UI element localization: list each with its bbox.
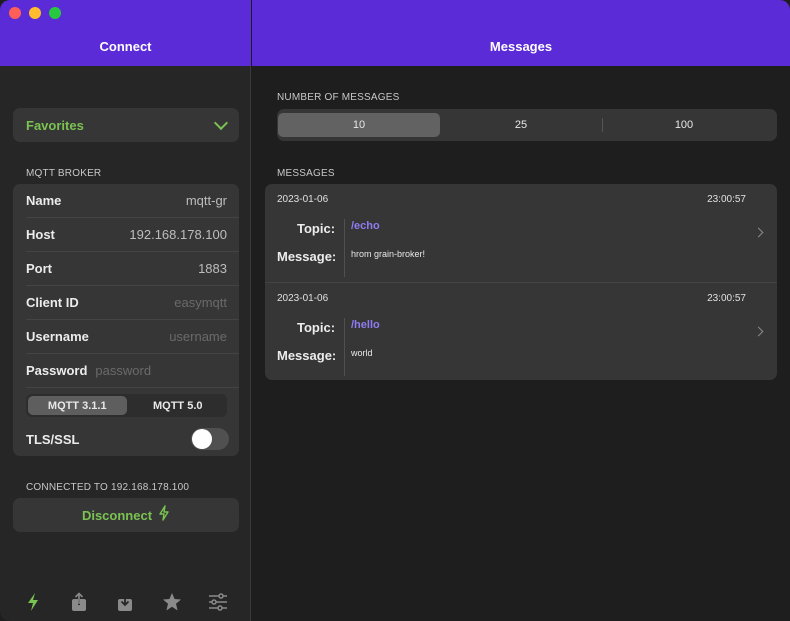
connect-pane: Connect Favorites MQTT BROKER Name mqtt-… — [0, 0, 251, 621]
disconnect-label: Disconnect — [81, 507, 153, 523]
connect-header: Connect — [0, 0, 251, 66]
host-field[interactable]: 192.168.178.100 — [129, 227, 227, 242]
chevron-right-icon — [753, 326, 764, 337]
connect-title: Connect — [99, 39, 152, 54]
password-row: Password — [26, 354, 239, 388]
client-id-row: Client ID — [26, 286, 239, 320]
message-date: 2023-01-06 — [277, 293, 329, 304]
messages-pane: Messages NUMBER OF MESSAGES 10 25 100 ME… — [252, 0, 790, 621]
message-payload: hrom grain-broker! — [351, 249, 426, 259]
messages-section-label: MESSAGES — [277, 168, 335, 179]
name-field[interactable]: mqtt-gr — [186, 193, 227, 208]
count-option-25[interactable]: 25 — [440, 113, 602, 137]
broker-section-label: MQTT BROKER — [26, 168, 102, 179]
divider-line — [344, 219, 345, 277]
favorites-dropdown[interactable]: Favorites — [13, 108, 239, 142]
app-window: Connect Favorites MQTT BROKER Name mqtt-… — [0, 0, 790, 621]
count-section-label: NUMBER OF MESSAGES — [277, 92, 400, 103]
tls-toggle[interactable] — [191, 428, 229, 450]
message-count-selector: 10 25 100 — [277, 109, 777, 141]
sliders-icon[interactable] — [206, 590, 230, 614]
share-icon[interactable] — [67, 590, 91, 614]
message-topic: /hello — [351, 319, 380, 331]
message-date: 2023-01-06 — [277, 194, 329, 205]
favorites-label: Favorites — [26, 117, 84, 133]
protocol-option-5-0[interactable]: MQTT 5.0 — [129, 394, 228, 417]
port-row: Port 1883 — [26, 252, 239, 286]
bottom-toolbar — [0, 586, 251, 618]
host-label: Host — [26, 227, 55, 242]
message-label: Message: — [277, 249, 337, 264]
disconnect-button[interactable]: Disconnect — [13, 498, 239, 532]
message-time: 23:00:57 — [707, 194, 746, 205]
message-label: Message: — [277, 348, 337, 363]
divider-line — [344, 318, 345, 376]
username-row: Username — [26, 320, 239, 354]
username-label: Username — [26, 329, 89, 344]
message-item[interactable]: 2023-01-06 23:00:57 Topic: Message: /hel… — [265, 282, 777, 380]
connect-tab-bolt-icon[interactable] — [21, 590, 45, 614]
close-window-button[interactable] — [9, 7, 21, 19]
message-topic: /echo — [351, 220, 380, 232]
host-row: Host 192.168.178.100 — [26, 218, 239, 252]
client-id-field[interactable] — [107, 295, 227, 310]
bolt-icon — [158, 504, 170, 526]
zoom-window-button[interactable] — [49, 7, 61, 19]
message-payload: world — [351, 348, 373, 358]
connection-status: CONNECTED TO 192.168.178.100 — [26, 482, 190, 493]
count-option-100[interactable]: 100 — [603, 113, 765, 137]
name-row: Name mqtt-gr — [26, 184, 239, 218]
messages-title: Messages — [489, 39, 553, 54]
message-list: 2023-01-06 23:00:57 Topic: Message: /ech… — [265, 184, 777, 380]
message-time: 23:00:57 — [707, 293, 746, 304]
tls-label: TLS/SSL — [26, 431, 80, 447]
topic-label: Topic: — [297, 221, 336, 236]
message-item[interactable]: 2023-01-06 23:00:57 Topic: Message: /ech… — [265, 184, 777, 282]
password-label: Password — [26, 363, 88, 378]
username-field[interactable] — [107, 329, 227, 344]
chevron-down-icon — [213, 115, 229, 130]
password-field[interactable] — [95, 363, 226, 378]
count-option-10[interactable]: 10 — [278, 113, 440, 137]
topic-label: Topic: — [297, 320, 336, 335]
minimize-window-button[interactable] — [29, 7, 41, 19]
client-id-label: Client ID — [26, 295, 79, 310]
import-icon[interactable] — [113, 590, 137, 614]
chevron-right-icon — [753, 227, 764, 238]
tls-row: TLS/SSL — [26, 422, 239, 456]
protocol-selector: MQTT 3.1.1 MQTT 5.0 — [26, 394, 227, 417]
messages-header: Messages — [252, 0, 790, 66]
port-field[interactable]: 1883 — [198, 261, 227, 276]
port-label: Port — [26, 261, 52, 276]
broker-form: Name mqtt-gr Host 192.168.178.100 Port 1… — [13, 184, 239, 456]
protocol-option-3-1-1[interactable]: MQTT 3.1.1 — [28, 396, 127, 415]
toggle-knob — [192, 429, 212, 449]
name-label: Name — [26, 193, 62, 208]
star-icon[interactable] — [160, 590, 184, 614]
